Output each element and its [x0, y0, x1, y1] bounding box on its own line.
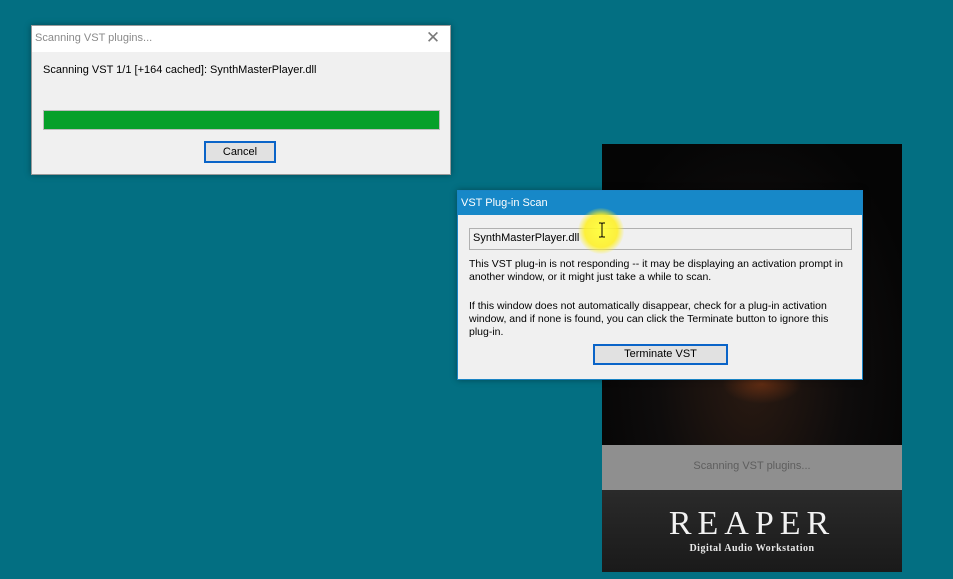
scan-progress-fill: [44, 111, 439, 129]
scanning-dialog-titlebar[interactable]: Scanning VST plugins... ✕: [32, 26, 450, 52]
vst-plugin-scan-dialog: VST Plug-in Scan SynthMasterPlayer.dll T…: [457, 190, 863, 380]
scan-progress-bar: [43, 110, 440, 130]
splash-status-text: Scanning VST plugins...: [693, 460, 811, 472]
not-responding-message: This VST plug-in is not responding -- it…: [469, 258, 843, 283]
vst-scan-titlebar[interactable]: VST Plug-in Scan: [458, 191, 862, 215]
cancel-button[interactable]: Cancel: [204, 141, 276, 163]
scanning-vst-dialog: Scanning VST plugins... ✕ Scanning VST 1…: [31, 25, 451, 175]
vst-scan-title: VST Plug-in Scan: [461, 197, 548, 209]
scanning-dialog-title: Scanning VST plugins...: [35, 32, 153, 44]
terminate-instructions-message: If this window does not automatically di…: [469, 300, 829, 338]
reaper-tagline: Digital Audio Workstation: [689, 543, 815, 554]
text-cursor-icon: [599, 222, 605, 238]
reaper-logo: REAPER: [668, 505, 836, 542]
scan-status-text: Scanning VST 1/1 [+164 cached]: SynthMas…: [43, 64, 317, 76]
close-icon[interactable]: ✕: [422, 28, 444, 50]
plugin-name-field[interactable]: SynthMasterPlayer.dll: [469, 228, 852, 250]
terminate-vst-button[interactable]: Terminate VST: [593, 344, 728, 365]
